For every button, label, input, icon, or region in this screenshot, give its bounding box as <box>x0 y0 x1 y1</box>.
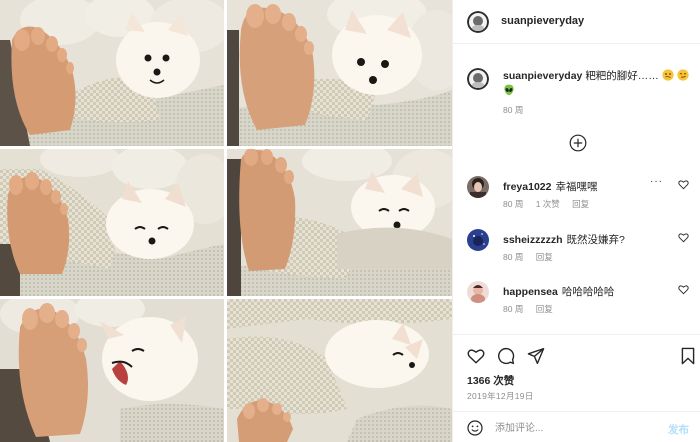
alien-emoji-icon <box>504 84 514 96</box>
post-date[interactable]: 2019年12月19日 <box>467 390 534 402</box>
comment-more-options[interactable]: ··· <box>650 176 663 187</box>
comment-icon[interactable] <box>497 347 515 365</box>
comment-text: freya1022 幸福嘿嘿 <box>503 179 597 194</box>
comment-text: happensea 哈哈哈哈哈 <box>503 284 614 299</box>
woozy-face-emoji-icon <box>662 69 674 81</box>
grid-divider-horizontal-1 <box>0 146 452 149</box>
comment-text: ssheizzzzzh 既然没嫌弃? <box>503 232 625 247</box>
post-comment-button[interactable]: 发布 <box>668 422 689 437</box>
comment-item: freya1022 幸福嘿嘿 ··· 80 周 1 次赞 回复 <box>467 176 693 216</box>
comment-heart-icon[interactable] <box>678 179 689 190</box>
like-count[interactable]: 1366 次赞 <box>467 373 514 388</box>
comment-input[interactable] <box>495 418 645 438</box>
comment-reply-link[interactable]: 回复 <box>572 199 589 209</box>
photo-dog-curled <box>227 299 452 442</box>
comment-body: 幸福嘿嘿 <box>555 181 598 193</box>
comment-time[interactable]: 80 周 <box>503 304 523 314</box>
post-side-panel: suanpieveryday suanpieveryday 粑粑的腳好…… 80… <box>452 0 700 442</box>
post-header: suanpieveryday <box>453 0 700 44</box>
comment-body: 既然没嫌弃? <box>566 234 625 246</box>
smiley-icon[interactable] <box>467 420 483 436</box>
comment-body: 哈哈哈哈哈 <box>561 286 615 298</box>
comment-time[interactable]: 80 周 <box>503 199 523 209</box>
grid-divider-vertical <box>224 0 227 442</box>
grid-divider-horizontal-2 <box>0 296 452 299</box>
caption-time[interactable]: 80 周 <box>503 104 523 116</box>
comment-reply-link[interactable]: 回复 <box>536 304 553 314</box>
comment-username[interactable]: freya1022 <box>503 181 551 193</box>
plus-circle-icon[interactable] <box>569 134 587 152</box>
caption-username[interactable]: suanpieveryday <box>503 70 582 82</box>
smirk-face-emoji-icon <box>677 69 689 81</box>
comment-heart-icon[interactable] <box>678 284 689 295</box>
comment-like-count[interactable]: 1 次赞 <box>536 199 560 209</box>
comment-item: ssheizzzzzh 既然没嫌弃? 80 周 回复 <box>467 229 693 269</box>
bookmark-icon[interactable] <box>679 347 697 365</box>
caption-avatar[interactable] <box>467 68 489 90</box>
photo-foot-and-dog-3 <box>0 149 224 296</box>
photo-foot-and-dog-2 <box>227 0 452 146</box>
author-username[interactable]: suanpieveryday <box>501 15 584 27</box>
caption-body: 粑粑的腳好…… <box>585 70 659 82</box>
comment-composer: 发布 <box>453 411 700 442</box>
commenter-avatar[interactable] <box>467 176 489 198</box>
comment-username[interactable]: happensea <box>503 286 558 298</box>
post-actions: 1366 次赞 2019年12月19日 发布 <box>453 334 700 442</box>
caption-text: suanpieveryday 粑粑的腳好…… <box>503 69 693 99</box>
comment-meta: 80 周 1 次赞 回复 <box>503 198 599 210</box>
photo-foot-and-dog-4 <box>227 149 452 296</box>
heart-icon[interactable] <box>467 347 485 365</box>
photo-foot-and-dog-1 <box>0 0 224 146</box>
comment-time[interactable]: 80 周 <box>503 252 523 262</box>
comment-item: happensea 哈哈哈哈哈 80 周 回复 <box>467 281 693 321</box>
comment-username[interactable]: ssheizzzzzh <box>503 234 563 246</box>
comment-meta: 80 周 回复 <box>503 303 563 315</box>
comment-meta: 80 周 回复 <box>503 251 563 263</box>
paper-plane-icon[interactable] <box>527 347 545 365</box>
photo-foot-and-dog-yawning <box>0 299 224 442</box>
commenter-avatar[interactable] <box>467 281 489 303</box>
comment-reply-link[interactable]: 回复 <box>536 252 553 262</box>
comment-heart-icon[interactable] <box>678 232 689 243</box>
post-media-collage[interactable] <box>0 0 452 442</box>
commenter-avatar[interactable] <box>467 229 489 251</box>
author-avatar[interactable] <box>467 11 489 33</box>
